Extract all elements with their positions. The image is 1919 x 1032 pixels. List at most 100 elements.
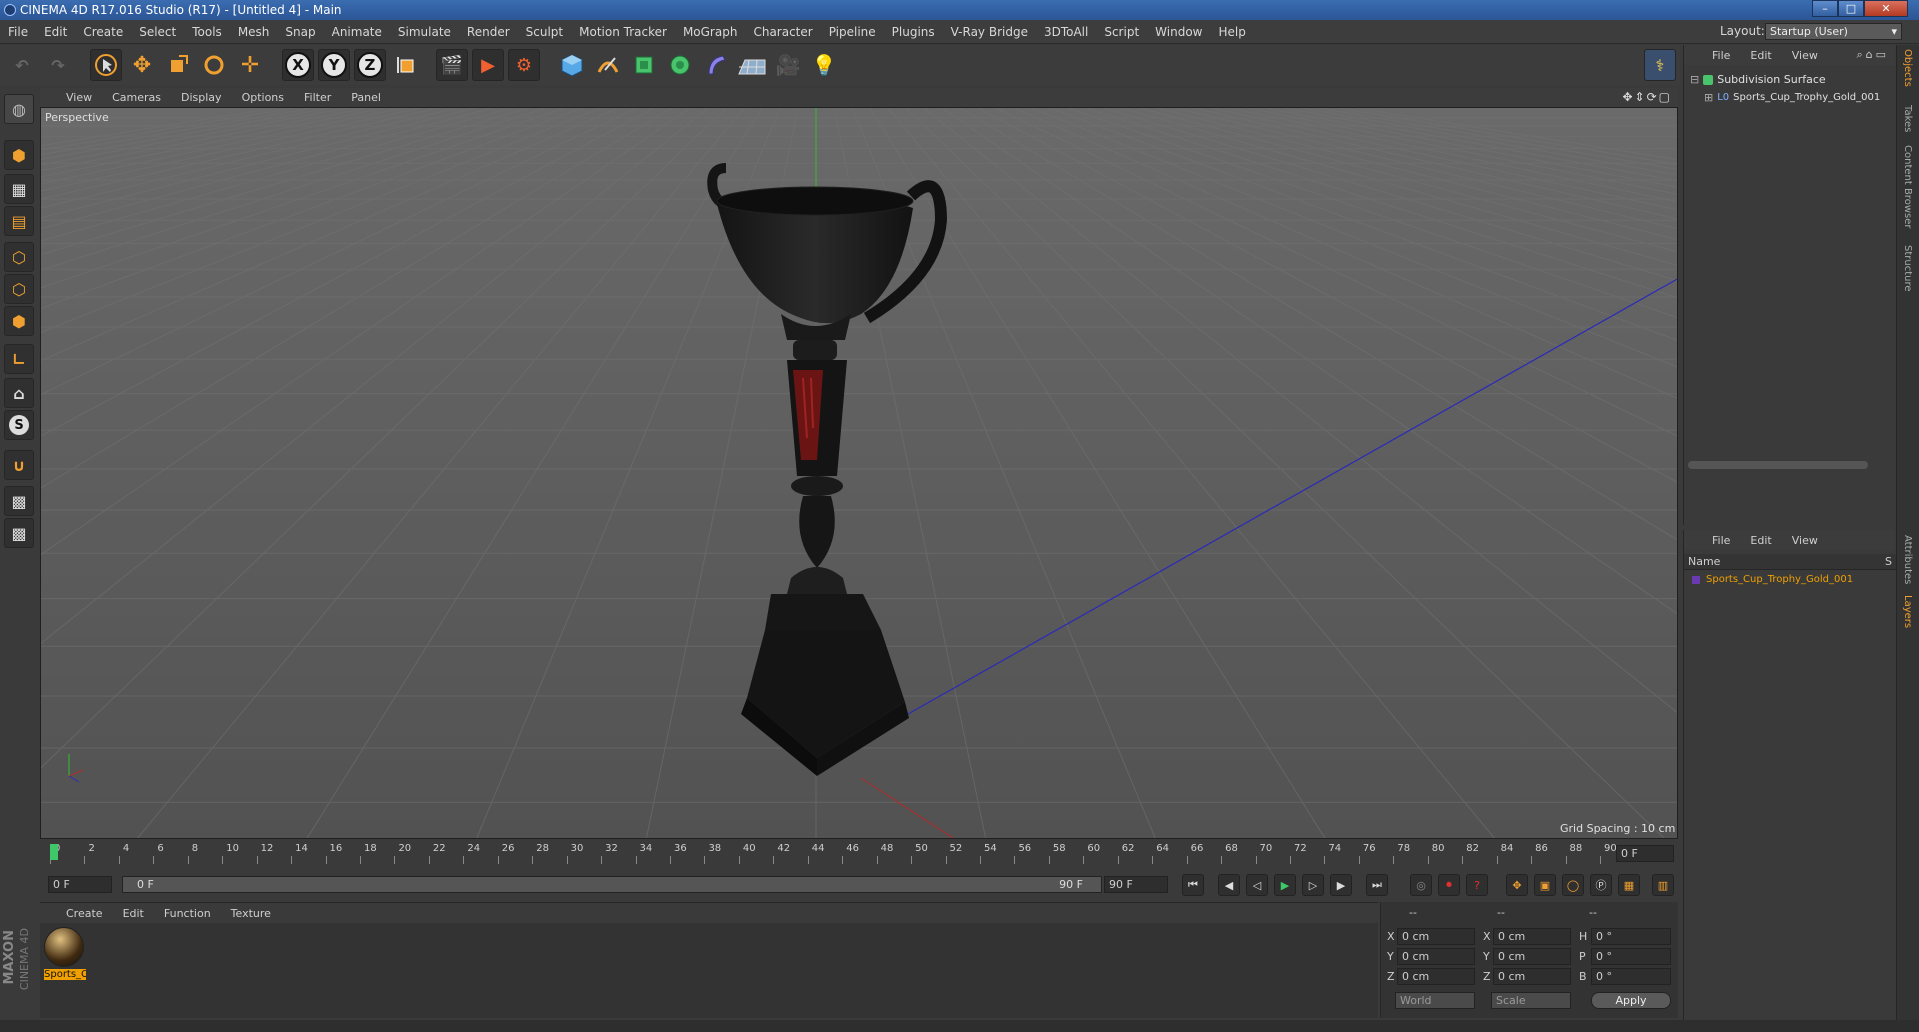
material-menu-create[interactable]: Create xyxy=(56,907,113,920)
rotation-h-field[interactable]: 0 ° xyxy=(1591,928,1671,945)
menu-file[interactable]: File xyxy=(0,25,36,39)
menu-help[interactable]: Help xyxy=(1210,25,1253,39)
viewport-menu-filter[interactable]: Filter xyxy=(294,91,341,104)
polygons-mode-button[interactable]: ⬢ xyxy=(4,306,34,336)
texture-mode-button[interactable]: ▦ xyxy=(4,174,34,204)
viewport-menu-options[interactable]: Options xyxy=(232,91,294,104)
viewport-menu-cameras[interactable]: Cameras xyxy=(102,91,171,104)
maximize-button[interactable]: □ xyxy=(1838,0,1864,17)
layout-dropdown[interactable]: Startup (User) ▾ xyxy=(1765,23,1902,40)
menu-pipeline[interactable]: Pipeline xyxy=(821,25,884,39)
edges-mode-button[interactable]: ⬡ xyxy=(4,274,34,304)
tab-layers[interactable]: Layers xyxy=(1902,595,1913,628)
layers-menu-view[interactable]: View xyxy=(1782,534,1828,547)
tab-content-browser[interactable]: Content Browser xyxy=(1902,145,1913,228)
z-axis-lock-button[interactable]: Z xyxy=(354,49,386,81)
start-frame-field[interactable]: 0 F xyxy=(48,876,112,893)
x-axis-lock-button[interactable]: X xyxy=(282,49,314,81)
menu-mesh[interactable]: Mesh xyxy=(230,25,278,39)
end-frame-field[interactable]: 90 F xyxy=(1104,876,1168,893)
make-editable-button[interactable]: ◍ xyxy=(4,94,34,124)
python-script-button[interactable]: ⚕ xyxy=(1644,49,1676,81)
coordinate-system-icon[interactable] xyxy=(390,49,422,81)
menu-sculpt[interactable]: Sculpt xyxy=(518,25,571,39)
previous-frame-icon[interactable]: ◁ xyxy=(1246,874,1268,896)
cube-primitive-button[interactable] xyxy=(556,49,588,81)
points-mode-button[interactable]: ⬡ xyxy=(4,242,34,272)
search-icon[interactable]: ⌕⌂▭ xyxy=(1856,48,1889,62)
objects-menu-view[interactable]: View xyxy=(1782,49,1828,62)
menu-select[interactable]: Select xyxy=(131,25,184,39)
object-row-trophy[interactable]: ⊞ L0 Sports_Cup_Trophy_Gold_001 xyxy=(1704,91,1880,104)
menu-animate[interactable]: Animate xyxy=(324,25,390,39)
scale-tool-icon[interactable] xyxy=(162,49,194,81)
object-row-subdivision-surface[interactable]: ⊟ Subdivision Surface xyxy=(1690,73,1826,86)
live-selection-tool[interactable] xyxy=(90,49,122,81)
viewport-menu-panel[interactable]: Panel xyxy=(341,91,391,104)
subdivision-surface-button[interactable] xyxy=(628,49,660,81)
rotation-p-field[interactable]: 0 ° xyxy=(1591,948,1671,965)
menu-vray-bridge[interactable]: V-Ray Bridge xyxy=(943,25,1036,39)
size-z-field[interactable]: 0 cm xyxy=(1493,968,1571,985)
objects-menu-edit[interactable]: Edit xyxy=(1740,49,1781,62)
next-keyframe-icon[interactable]: ▶ xyxy=(1330,874,1352,896)
perspective-viewport[interactable] xyxy=(40,107,1678,839)
tab-structure[interactable]: Structure xyxy=(1902,245,1913,292)
spline-pen-button[interactable] xyxy=(592,49,624,81)
coordinate-mode-dropdown[interactable]: World xyxy=(1395,992,1475,1009)
menu-simulate[interactable]: Simulate xyxy=(390,25,459,39)
material-swatch[interactable]: Sports_C xyxy=(44,927,86,987)
current-frame-field[interactable]: 0 F xyxy=(1616,845,1674,862)
size-y-field[interactable]: 0 cm xyxy=(1493,948,1571,965)
menu-render[interactable]: Render xyxy=(459,25,518,39)
menu-window[interactable]: Window xyxy=(1147,25,1210,39)
go-to-start-icon[interactable]: ⏮ xyxy=(1182,874,1204,896)
tweak-mode-button[interactable]: ⌂ xyxy=(4,378,34,408)
menu-tools[interactable]: Tools xyxy=(184,25,230,39)
rotate-tool-icon[interactable] xyxy=(198,49,230,81)
rotation-b-field[interactable]: 0 ° xyxy=(1591,968,1671,985)
key-point-level-icon[interactable]: ▦ xyxy=(1618,874,1640,896)
apply-button[interactable]: Apply xyxy=(1591,992,1671,1009)
layers-menu-file[interactable]: File xyxy=(1702,534,1740,547)
locked-workplane-button[interactable]: ▩ xyxy=(4,486,34,516)
tab-objects[interactable]: Objects xyxy=(1902,49,1913,87)
camera-icon[interactable]: 🎥 xyxy=(772,49,804,81)
transform-tool-icon[interactable]: ✛ xyxy=(234,49,266,81)
material-menu-texture[interactable]: Texture xyxy=(221,907,281,920)
position-y-field[interactable]: 0 cm xyxy=(1397,948,1475,965)
menu-motion-tracker[interactable]: Motion Tracker xyxy=(571,25,675,39)
light-bulb-icon[interactable]: 💡 xyxy=(808,49,840,81)
planar-workplane-button[interactable]: ▩ xyxy=(4,518,34,548)
minimize-button[interactable]: – xyxy=(1812,0,1838,17)
layer-row-trophy[interactable]: Sports_Cup_Trophy_Gold_001 xyxy=(1692,574,1853,585)
playhead-marker[interactable] xyxy=(50,844,58,860)
auto-keyframe-icon[interactable]: ? xyxy=(1466,874,1488,896)
undo-icon[interactable]: ↶ xyxy=(6,49,38,81)
snap-button[interactable]: S xyxy=(4,410,34,440)
workplane-mode-button[interactable]: ▤ xyxy=(4,206,34,236)
viewport-nav-icons[interactable]: ✥⇕⟳▢ xyxy=(1622,90,1672,104)
floor-button[interactable] xyxy=(736,49,768,81)
objects-horizontal-scrollbar[interactable] xyxy=(1688,461,1868,469)
close-button[interactable]: ✕ xyxy=(1864,0,1908,17)
go-to-end-icon[interactable]: ⏭ xyxy=(1366,874,1388,896)
move-tool-icon[interactable]: ✥ xyxy=(126,49,158,81)
key-position-icon[interactable]: ✥ xyxy=(1506,874,1528,896)
menu-edit[interactable]: Edit xyxy=(36,25,75,39)
edit-render-settings-button[interactable]: ⚙ xyxy=(508,49,540,81)
menu-create[interactable]: Create xyxy=(75,25,131,39)
render-to-picture-viewer-button[interactable]: ▶ xyxy=(472,49,504,81)
play-icon[interactable]: ▶ xyxy=(1274,874,1296,896)
record-keyframe-icon[interactable]: ⏺ xyxy=(1438,874,1460,896)
mograph-cloner-button[interactable] xyxy=(664,49,696,81)
menu-snap[interactable]: Snap xyxy=(277,25,323,39)
axis-mode-button[interactable]: ∟ xyxy=(4,344,34,374)
timeline-window-icon[interactable]: ▥ xyxy=(1652,874,1674,896)
menu-script[interactable]: Script xyxy=(1096,25,1147,39)
menu-plugins[interactable]: Plugins xyxy=(884,25,943,39)
redo-icon[interactable]: ↷ xyxy=(42,49,74,81)
material-menu-edit[interactable]: Edit xyxy=(113,907,154,920)
tab-takes[interactable]: Takes xyxy=(1902,105,1913,132)
size-mode-dropdown[interactable]: Scale xyxy=(1491,992,1571,1009)
